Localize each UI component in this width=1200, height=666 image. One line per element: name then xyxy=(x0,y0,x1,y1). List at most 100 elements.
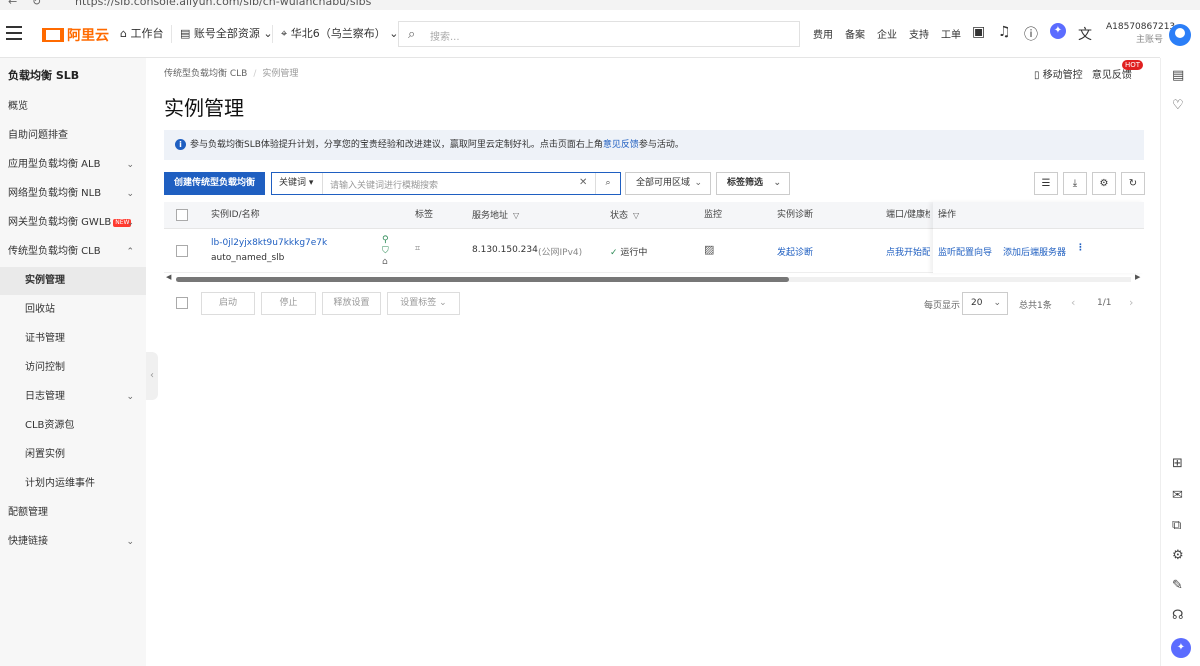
monitor-chart-icon[interactable]: ▨ xyxy=(704,243,714,256)
next-page-icon[interactable]: › xyxy=(1129,296,1133,309)
start-button[interactable]: 启动 xyxy=(201,292,255,315)
sidebar-item-logs[interactable]: 日志管理 ⌄ xyxy=(0,383,146,411)
select-all-checkbox[interactable] xyxy=(176,209,188,221)
add-backend-server-link[interactable]: 添加后端服务器 xyxy=(1003,245,1066,258)
help-icon[interactable]: ⓘ xyxy=(1024,24,1038,44)
row-checkbox[interactable] xyxy=(176,245,188,257)
set-tags-button[interactable]: 设置标签 ⌄ xyxy=(387,292,460,315)
network-icon[interactable]: ⌂ xyxy=(382,257,388,267)
sidebar-item-label: 应用型负载均衡 ALB xyxy=(8,159,101,170)
release-settings-button[interactable]: 释放设置 xyxy=(322,292,381,315)
nav-link-ticket[interactable]: 工单 xyxy=(941,26,961,41)
bulk-select-checkbox[interactable] xyxy=(176,297,188,309)
sidebar-item-instances[interactable]: 实例管理 xyxy=(0,267,146,295)
sidebar-item-resource-packs[interactable]: CLB资源包 xyxy=(0,412,146,440)
account-info[interactable]: A18570867213 主账号 xyxy=(1106,21,1175,47)
global-search-input[interactable]: ⌕ 搜索... xyxy=(398,21,800,47)
sidebar-item-gwlb[interactable]: 网关型负载均衡 GWLB NEW ⌄ xyxy=(0,209,146,237)
location-pin-icon[interactable]: ⚲ xyxy=(382,235,389,245)
scroll-right-icon[interactable]: ▶ xyxy=(1135,273,1140,281)
ai-assistant-icon[interactable]: ✦ xyxy=(1171,638,1191,658)
ticket-icon[interactable]: ⊞ xyxy=(1172,456,1183,471)
feedback-link[interactable]: 意见反馈 xyxy=(1092,70,1132,81)
zone-filter-select[interactable]: 全部可用区域 ⌄ xyxy=(625,172,711,195)
shield-icon[interactable]: ⛉ xyxy=(382,246,389,256)
tag-filter-select[interactable]: 标签筛选 ⌄ xyxy=(716,172,790,195)
ai-assistant-icon[interactable]: ✦ xyxy=(1050,23,1066,39)
search-field-select[interactable]: 关键词 ▾ xyxy=(272,173,323,194)
breadcrumb-item[interactable]: 传统型负载均衡 CLB xyxy=(164,69,247,79)
reload-icon[interactable]: ↻ xyxy=(32,0,41,8)
export-button[interactable]: ⤓ xyxy=(1063,172,1087,195)
sidebar-collapse-handle[interactable]: ‹ xyxy=(146,352,158,400)
workbench-label: 工作台 xyxy=(130,27,164,40)
more-actions-icon[interactable]: ⋮ xyxy=(1076,243,1085,253)
scroll-left-icon[interactable]: ◀ xyxy=(166,273,171,281)
search-button[interactable]: ⌕ xyxy=(595,173,620,194)
filter-icon[interactable]: ▽ xyxy=(633,211,639,220)
avatar[interactable] xyxy=(1169,24,1191,46)
refresh-button[interactable]: ↻ xyxy=(1121,172,1145,195)
terminal-icon[interactable]: ▣ xyxy=(972,24,985,40)
nav-link-billing[interactable]: 费用 xyxy=(813,26,833,41)
tag-icon[interactable]: ⌗ xyxy=(415,244,420,254)
column-settings-button[interactable]: ☰ xyxy=(1034,172,1058,195)
listener-wizard-link[interactable]: 监听配置向导 xyxy=(938,245,992,258)
sidebar-item-self-troubleshoot[interactable]: 自助问题排查 xyxy=(0,122,146,150)
language-icon[interactable]: 文 xyxy=(1078,24,1092,44)
prev-page-icon[interactable]: ‹ xyxy=(1071,296,1075,309)
region-select[interactable]: ⌖ 华北6（乌兰察布） ⌄ xyxy=(272,25,398,43)
mobile-control-link[interactable]: ▯ 移动管控 xyxy=(1034,70,1083,81)
browser-address-bar[interactable]: ← ↻ https://slb.console.aliyun.com/slb/c… xyxy=(0,0,1200,10)
notice-feedback-link[interactable]: 意见反馈 xyxy=(603,140,639,150)
instance-id-link[interactable]: lb-0jl2yjx8kt9u7kkkg7e7k xyxy=(211,238,327,248)
sidebar-item-label: 快捷链接 xyxy=(8,536,48,547)
workbench-link[interactable]: ⌂ 工作台 xyxy=(120,25,163,43)
total-count: 总共1条 xyxy=(1019,301,1052,311)
sidebar-item-idle-instances[interactable]: 闲置实例 xyxy=(0,441,146,469)
scroll-thumb[interactable] xyxy=(176,277,789,282)
aliyun-logo[interactable]: 阿里云 xyxy=(42,25,109,45)
nav-link-support[interactable]: 支持 xyxy=(909,26,929,41)
start-diagnosis-link[interactable]: 发起诊断 xyxy=(777,245,813,258)
sidebar-item-label: 访问控制 xyxy=(25,362,65,373)
clear-icon[interactable]: ✕ xyxy=(579,177,587,188)
nav-link-icp[interactable]: 备案 xyxy=(845,26,865,41)
heartbeat-icon[interactable]: ♡ xyxy=(1172,98,1184,113)
port-config-link[interactable]: 点我开始配 xyxy=(886,245,930,258)
sidebar-item-access-control[interactable]: 访问控制 xyxy=(0,354,146,382)
search-field-label: 关键词 xyxy=(279,178,307,188)
bell-icon[interactable]: ♫ xyxy=(998,24,1011,40)
resource-scope-select[interactable]: ▤ 账号全部资源 ⌄ xyxy=(171,25,273,43)
notes-icon[interactable]: ▤ xyxy=(1172,68,1184,83)
sidebar-item-label: 计划内运维事件 xyxy=(25,478,95,489)
address-url[interactable]: https://slb.console.aliyun.com/slb/cn-wu… xyxy=(75,0,371,8)
sidebar-item-certificates[interactable]: 证书管理 xyxy=(0,325,146,353)
page-size-value: 20 xyxy=(971,298,983,308)
sidebar-item-overview[interactable]: 概览 xyxy=(0,93,146,121)
plugin-icon[interactable]: ⧉ xyxy=(1172,518,1181,533)
create-clb-button[interactable]: 创建传统型负载均衡 xyxy=(164,172,265,195)
stop-button[interactable]: 停止 xyxy=(261,292,316,315)
edit-icon[interactable]: ✎ xyxy=(1172,578,1183,593)
filter-icon[interactable]: ▽ xyxy=(513,211,519,220)
sidebar-item-quota[interactable]: 配额管理 xyxy=(0,499,146,527)
sidebar-item-clb[interactable]: 传统型负载均衡 CLB ⌃ xyxy=(0,238,146,266)
nav-link-enterprise[interactable]: 企业 xyxy=(877,26,897,41)
sidebar-item-alb[interactable]: 应用型负载均衡 ALB ⌄ xyxy=(0,151,146,179)
settings-button[interactable]: ⚙ xyxy=(1092,172,1116,195)
column-header-tags: 标签 xyxy=(415,210,434,220)
message-icon[interactable]: ✉ xyxy=(1172,488,1183,503)
page-size-select[interactable]: 20 ⌄ xyxy=(962,292,1008,315)
support-headset-icon[interactable]: ☊ xyxy=(1172,608,1184,623)
sidebar-item-recycle-bin[interactable]: 回收站 xyxy=(0,296,146,324)
keyword-search-input[interactable]: 请输入关键词进行模糊搜索 xyxy=(330,178,438,191)
sidebar-item-maintenance-events[interactable]: 计划内运维事件 xyxy=(0,470,146,498)
back-icon[interactable]: ← xyxy=(8,0,17,8)
horizontal-scrollbar[interactable]: ◀ ▶ xyxy=(164,273,1144,283)
menu-icon[interactable] xyxy=(6,26,22,40)
settings-icon[interactable]: ⚙ xyxy=(1172,548,1184,563)
sidebar-item-label: CLB资源包 xyxy=(25,420,75,431)
sidebar-item-quick-links[interactable]: 快捷链接 ⌄ xyxy=(0,528,146,556)
sidebar-item-nlb[interactable]: 网络型负载均衡 NLB ⌄ xyxy=(0,180,146,208)
